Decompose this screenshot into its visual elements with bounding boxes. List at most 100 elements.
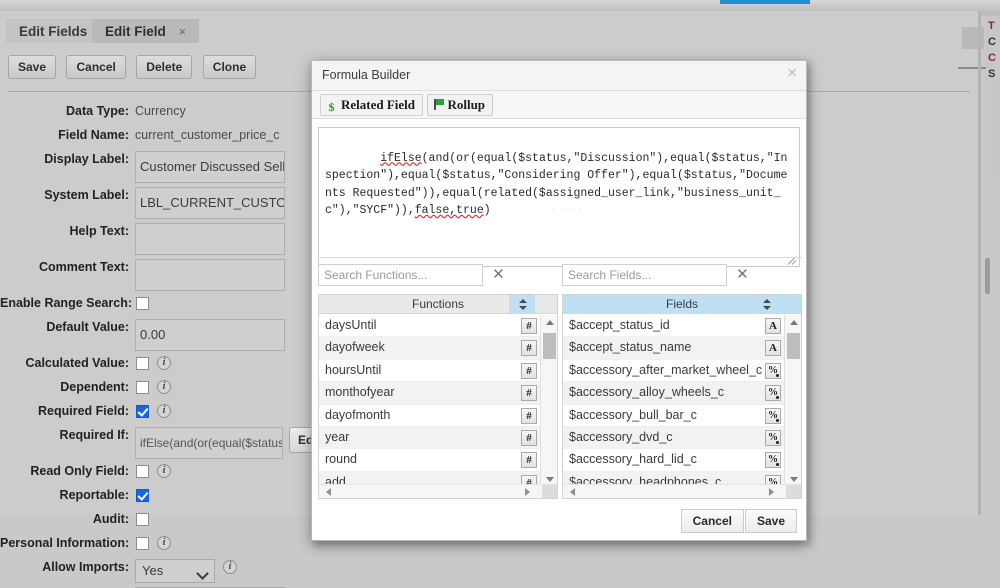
decoration-dots: · · · · <box>552 204 584 213</box>
search-functions-input[interactable]: Search Functions... <box>318 264 483 286</box>
list-item[interactable]: year # <box>319 426 542 450</box>
list-item[interactable]: $accessory_after_market_wheel_c% <box>563 359 786 383</box>
close-icon[interactable]: × <box>787 64 797 82</box>
formula-segment: ) <box>483 204 491 217</box>
fields-list-header: Fields <box>563 295 801 314</box>
system-label-input[interactable]: LBL_CURRENT_CUSTOM <box>135 187 285 219</box>
list-item[interactable]: $accessory_hard_lid_c% <box>563 449 786 472</box>
field-item-label: $accept_status_name <box>569 340 692 355</box>
formula-textarea[interactable]: ifElse(and(or(equal($status,"Discussion"… <box>318 127 800 267</box>
field-name-value: current_customer_price_c <box>135 128 280 142</box>
page-scrollbar-thumb[interactable] <box>985 258 990 294</box>
info-icon[interactable]: i <box>157 464 171 478</box>
scroll-right-icon[interactable] <box>765 485 779 498</box>
info-icon[interactable]: i <box>157 356 171 370</box>
scrollbar-thumb[interactable] <box>543 333 556 359</box>
scroll-right-icon[interactable] <box>521 485 535 498</box>
dialog-save-button[interactable]: Save <box>744 509 797 533</box>
field-item-label: $accept_status_id <box>569 318 670 332</box>
sort-icon[interactable] <box>753 295 779 314</box>
row-comment-text: Comment Text: <box>0 259 330 291</box>
flag-icon <box>432 98 445 111</box>
functions-search-cell: Search Functions... ✕ <box>318 264 508 286</box>
scrollbar-thumb[interactable] <box>787 333 800 359</box>
row-dependent: Dependent: i <box>0 379 330 399</box>
list-item[interactable]: $accept_status_name A <box>563 337 786 360</box>
functions-horizontal-scrollbar[interactable] <box>319 484 557 498</box>
function-item-label: dayofweek <box>325 340 385 355</box>
screen-root: Edit Fields Edit Field × Save Cancel Del… <box>0 0 1000 588</box>
functions-vertical-scrollbar[interactable] <box>540 315 557 487</box>
number-type-icon: # <box>521 429 537 446</box>
required-field-checkbox[interactable] <box>136 405 149 418</box>
clear-icon[interactable]: ✕ <box>488 264 508 286</box>
close-icon[interactable]: × <box>179 22 187 42</box>
sort-icon[interactable] <box>509 295 535 314</box>
list-item[interactable]: hoursUntil # <box>319 359 542 383</box>
formula-text-content[interactable]: ifElse(and(or(equal($status,"Discussion"… <box>319 128 799 241</box>
read-only-field-label: Read Only Field: <box>30 464 129 478</box>
scroll-up-icon[interactable] <box>541 315 557 330</box>
dependent-checkbox[interactable] <box>136 381 149 394</box>
delete-button[interactable]: Delete <box>136 55 193 79</box>
read-only-field-checkbox[interactable] <box>136 465 149 478</box>
panel-divider <box>318 257 802 258</box>
info-icon[interactable]: i <box>223 560 237 574</box>
list-item[interactable]: monthofyear # <box>319 382 542 405</box>
clear-icon[interactable]: ✕ <box>732 264 752 286</box>
audit-checkbox[interactable] <box>136 513 149 526</box>
text-type-icon: A <box>765 340 781 357</box>
enable-range-search-label: Enable Range Search: <box>0 296 132 310</box>
fields-vertical-scrollbar[interactable] <box>784 315 801 487</box>
right-panel-divider <box>958 67 986 69</box>
required-field-label: Required Field: <box>38 404 129 418</box>
formula-builder-dialog: Formula Builder × $ Related Field Rollup … <box>311 60 807 541</box>
tab-related-field[interactable]: $ Related Field <box>320 94 424 116</box>
list-item[interactable]: $accessory_dvd_c% <box>563 426 786 450</box>
search-fields-input[interactable]: Search Fields... <box>562 264 727 286</box>
list-item[interactable]: $accessory_alloy_wheels_c% <box>563 382 786 405</box>
help-text-input[interactable] <box>135 223 285 255</box>
fields-search-cell: Search Fields... ✕ <box>562 264 752 286</box>
field-item-label: $accessory_after_market_wheel_c <box>569 362 763 377</box>
save-button[interactable]: Save <box>8 55 57 79</box>
calculated-value-checkbox[interactable] <box>136 357 149 370</box>
comment-text-input[interactable] <box>135 259 285 291</box>
scroll-left-icon[interactable] <box>321 485 335 498</box>
row-reportable: Reportable: <box>0 487 330 507</box>
cancel-button[interactable]: Cancel <box>66 55 126 79</box>
clone-button[interactable]: Clone <box>202 55 257 79</box>
dialog-tab-bar: $ Related Field Rollup <box>312 91 806 119</box>
list-item[interactable]: $accessory_bull_bar_c% <box>563 404 786 427</box>
list-item[interactable]: round # <box>319 449 542 472</box>
tab-edit-fields[interactable]: Edit Fields <box>6 19 101 43</box>
list-item[interactable]: dayofmonth # <box>319 404 542 427</box>
scroll-left-icon[interactable] <box>565 485 579 498</box>
data-type-value: Currency <box>135 104 186 118</box>
info-icon[interactable]: i <box>157 404 171 418</box>
default-value-input[interactable]: 0.00 <box>135 319 285 351</box>
scroll-up-icon[interactable] <box>785 315 801 330</box>
data-type-label: Data Type: <box>66 104 129 118</box>
tab-edit-field[interactable]: Edit Field × <box>92 19 200 43</box>
list-item[interactable]: dayofweek # <box>319 337 542 360</box>
function-item-label: dayofmonth <box>325 407 391 422</box>
tab-edit-fields-label: Edit Fields <box>19 24 88 39</box>
text-type-icon: A <box>765 318 781 334</box>
fields-horizontal-scrollbar[interactable] <box>563 484 801 498</box>
row-field-name: Field Name: current_customer_price_c <box>0 127 330 147</box>
info-icon[interactable]: i <box>157 536 171 550</box>
enable-range-search-checkbox[interactable] <box>136 297 149 310</box>
list-item[interactable]: $accept_status_id A <box>563 315 786 338</box>
right-panel-line-4: S <box>988 68 996 80</box>
required-if-input[interactable]: ifElse(and(or(equal($status, <box>135 427 283 459</box>
list-item[interactable]: daysUntil # <box>319 315 542 338</box>
personal-information-checkbox[interactable] <box>136 537 149 550</box>
dialog-cancel-button[interactable]: Cancel <box>680 509 744 533</box>
tab-rollup[interactable]: Rollup <box>427 94 494 116</box>
allow-imports-select[interactable]: Yes <box>135 559 215 583</box>
display-label-input[interactable]: Customer Discussed Selling <box>135 151 285 183</box>
functions-list-body: daysUntil # dayofweek # hoursUntil # monthofye… <box>319 315 542 487</box>
reportable-checkbox[interactable] <box>136 489 149 502</box>
info-icon[interactable]: i <box>157 380 171 394</box>
